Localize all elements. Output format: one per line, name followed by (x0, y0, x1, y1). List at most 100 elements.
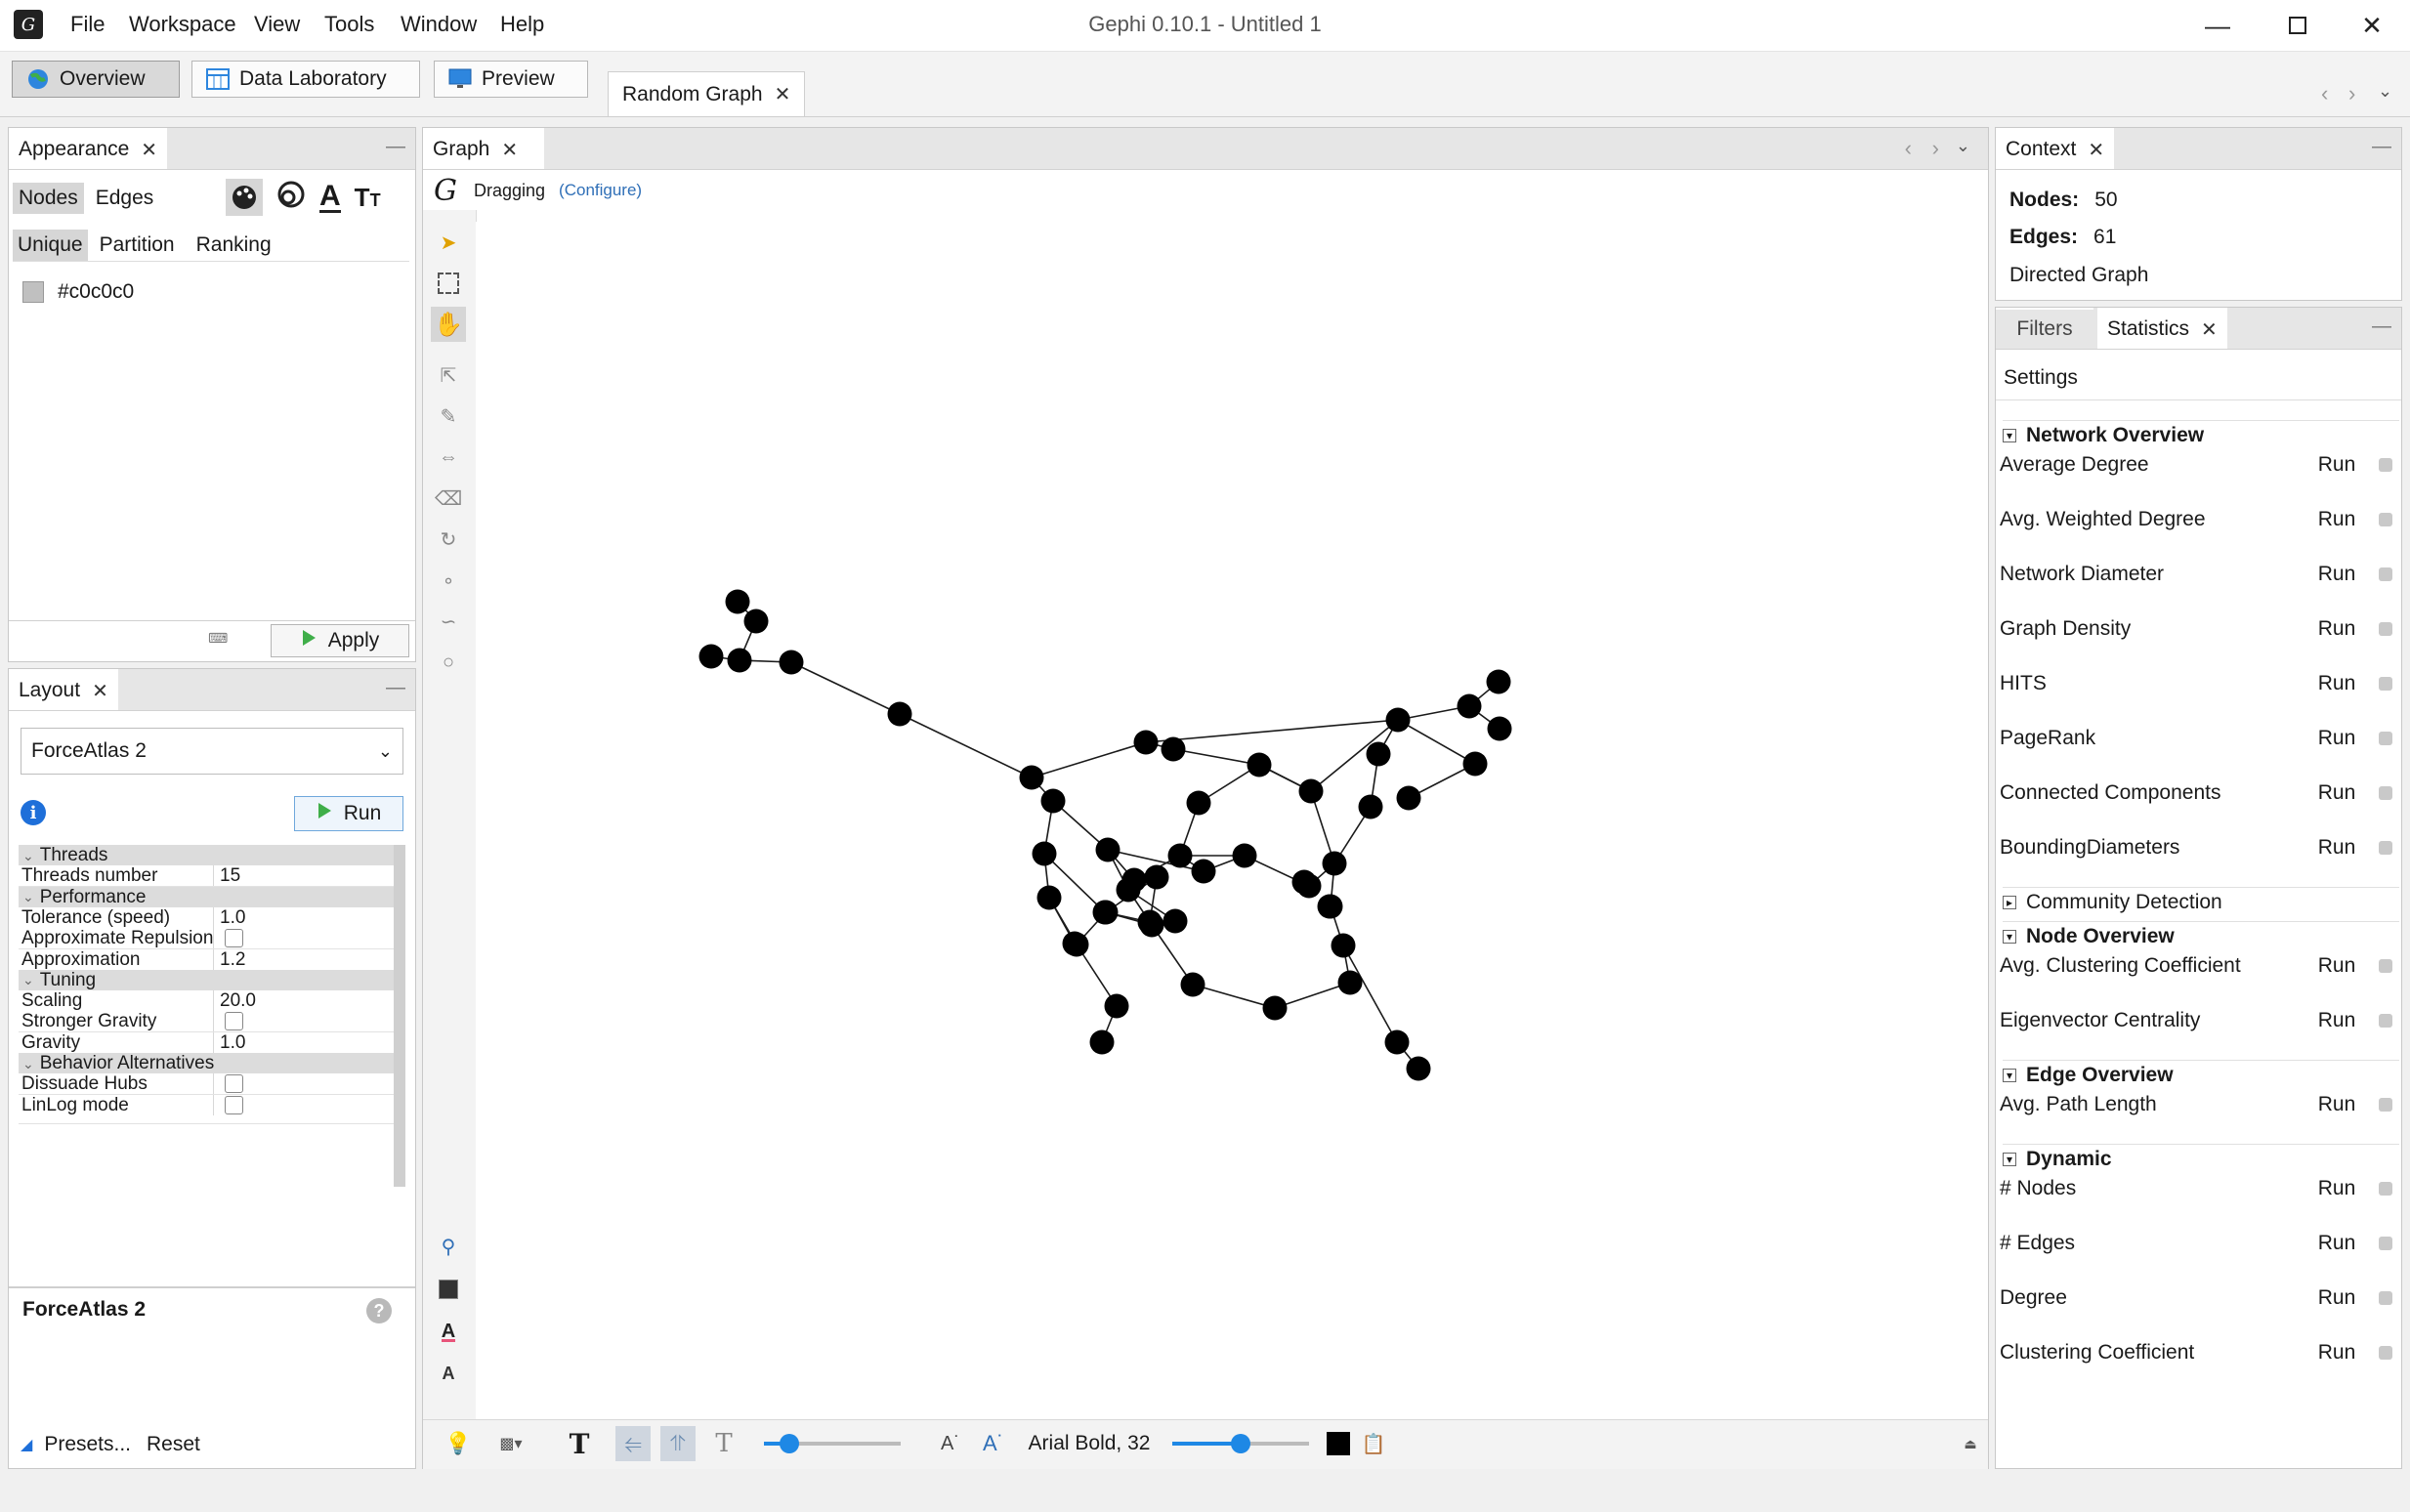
graph-node[interactable] (1486, 669, 1511, 694)
stat-help-icon[interactable] (2379, 1098, 2392, 1112)
label-size-icon[interactable]: TT (355, 183, 381, 213)
graph-node[interactable] (1262, 995, 1288, 1021)
rectangle-select-icon[interactable] (431, 266, 466, 301)
property-value[interactable]: 1.0 (214, 1032, 245, 1053)
property-checkbox[interactable] (225, 929, 243, 948)
graph-node[interactable] (1036, 885, 1062, 910)
stat-help-icon[interactable] (2379, 458, 2392, 472)
close-tab-icon[interactable]: ✕ (141, 138, 157, 162)
eject-icon[interactable]: ⏏ (1958, 1426, 1983, 1461)
graph-node[interactable] (1144, 864, 1169, 890)
graph-node[interactable] (1337, 970, 1363, 995)
menu-help[interactable]: Help (500, 12, 544, 37)
graph-node[interactable] (1161, 736, 1186, 762)
collapse-icon[interactable]: ▾ (2003, 428, 2016, 442)
property-value[interactable]: 20.0 (214, 990, 256, 1011)
graph-node[interactable] (1406, 1056, 1431, 1081)
expand-icon[interactable]: ▸ (2003, 895, 2016, 909)
minimize-panel-icon[interactable]: — (2372, 136, 2391, 158)
stat-run-button[interactable]: Run (2312, 672, 2361, 695)
palette-icon[interactable] (226, 179, 263, 216)
graph-node[interactable] (1191, 859, 1216, 884)
layout-algorithm-select[interactable]: ForceAtlas 2 ⌄ (21, 728, 403, 775)
graph-node[interactable] (1331, 933, 1356, 958)
appearance-tab[interactable]: Appearance ✕ (9, 128, 168, 169)
rotate-icon[interactable]: ↻ (431, 522, 466, 557)
size-icon[interactable] (276, 180, 306, 215)
select-arrow-icon[interactable]: ➤ (431, 225, 466, 260)
stat-help-icon[interactable] (2379, 1182, 2392, 1196)
partition-tab[interactable]: Partition (88, 230, 187, 261)
menu-tools[interactable]: Tools (324, 12, 374, 37)
graph-node[interactable] (1019, 765, 1044, 790)
settings-button[interactable]: Settings (2004, 366, 2078, 390)
overview-button[interactable]: Overview (12, 61, 180, 98)
graph-node[interactable] (1163, 908, 1188, 934)
drag-hand-icon[interactable]: ✋ (431, 307, 466, 342)
stat-run-button[interactable]: Run (2312, 1341, 2361, 1365)
graph-node[interactable] (743, 609, 769, 634)
graph-node[interactable] (1139, 912, 1164, 938)
chevron-down-icon[interactable]: ⌄ (1956, 136, 1970, 156)
add-edge-icon[interactable]: ∽ (431, 604, 466, 639)
resize-icon[interactable]: ⇔ (431, 440, 466, 475)
workspace-tab-random-graph[interactable]: Random Graph ✕ (608, 71, 806, 116)
property-checkbox[interactable] (225, 1074, 243, 1094)
stat-help-icon[interactable] (2379, 841, 2392, 855)
apply-button[interactable]: Apply (271, 624, 409, 657)
stat-run-button[interactable]: Run (2312, 1286, 2361, 1310)
stat-help-icon[interactable] (2379, 1291, 2392, 1305)
close-tab-icon[interactable]: ✕ (92, 679, 108, 703)
graph-node[interactable] (1457, 693, 1482, 719)
graph-node[interactable] (1095, 837, 1120, 862)
shortest-path-icon[interactable]: ○ (431, 645, 466, 680)
graph-node[interactable] (1180, 972, 1205, 997)
property-checkbox[interactable] (225, 1012, 243, 1031)
graph-node[interactable] (1462, 751, 1488, 777)
stat-help-icon[interactable] (2379, 959, 2392, 973)
presets-button[interactable]: Presets... (44, 1433, 131, 1456)
info-icon[interactable]: i (21, 800, 46, 825)
stat-run-button[interactable]: Run (2312, 563, 2361, 586)
chevron-down-icon[interactable]: ⌄ (2378, 81, 2392, 102)
property-value[interactable]: 15 (214, 865, 240, 886)
painter-icon[interactable]: ✎ (431, 399, 466, 434)
stat-run-button[interactable]: Run (2312, 954, 2361, 978)
graph-visualization[interactable] (476, 222, 1986, 1419)
property-value[interactable]: 1.0 (214, 907, 245, 928)
preview-button[interactable]: Preview (434, 61, 588, 98)
minimize-panel-icon[interactable]: — (386, 677, 405, 699)
graph-tab[interactable]: Graph ✕ (423, 128, 544, 169)
node-label-color-icon[interactable]: A (431, 1315, 466, 1350)
show-edges-icon[interactable]: ⥢ (615, 1426, 651, 1461)
properties-scrollbar[interactable] (394, 845, 405, 1187)
font-size-down-icon[interactable]: A˙ (934, 1426, 967, 1461)
stat-section[interactable]: ▸ Community Detection (2003, 887, 2399, 916)
stat-run-button[interactable]: Run (2312, 617, 2361, 641)
background-color-icon[interactable] (431, 1272, 466, 1307)
zoom-fit-icon[interactable]: ⚲ (431, 1229, 466, 1264)
layout-run-button[interactable]: Run (294, 796, 403, 831)
nodes-tab[interactable]: Nodes (13, 183, 84, 214)
graph-node[interactable] (1247, 752, 1272, 777)
stat-run-button[interactable]: Run (2312, 1232, 2361, 1255)
graph-node[interactable] (1133, 730, 1159, 755)
stat-help-icon[interactable] (2379, 677, 2392, 691)
graph-node[interactable] (1366, 741, 1391, 767)
edit-pointer-icon[interactable]: ⇱ (431, 357, 466, 393)
edge-labels-icon[interactable]: T (707, 1426, 740, 1461)
graph-node[interactable] (1186, 790, 1211, 816)
menu-file[interactable]: File (70, 12, 105, 37)
graph-node[interactable] (1167, 843, 1193, 868)
chevron-left-icon[interactable]: ‹ (2321, 81, 2328, 106)
stat-run-button[interactable]: Run (2312, 508, 2361, 531)
font-color-icon[interactable]: A˙ (977, 1426, 1010, 1461)
maximize-icon[interactable] (2268, 6, 2327, 45)
graph-node[interactable] (1104, 993, 1129, 1019)
stat-help-icon[interactable] (2379, 1346, 2392, 1360)
graph-node[interactable] (725, 589, 750, 614)
label-color-icon[interactable]: A (319, 181, 341, 213)
graph-node[interactable] (1062, 931, 1087, 956)
graph-node[interactable] (1291, 869, 1317, 895)
brush-icon[interactable]: ⌫ (431, 481, 466, 516)
